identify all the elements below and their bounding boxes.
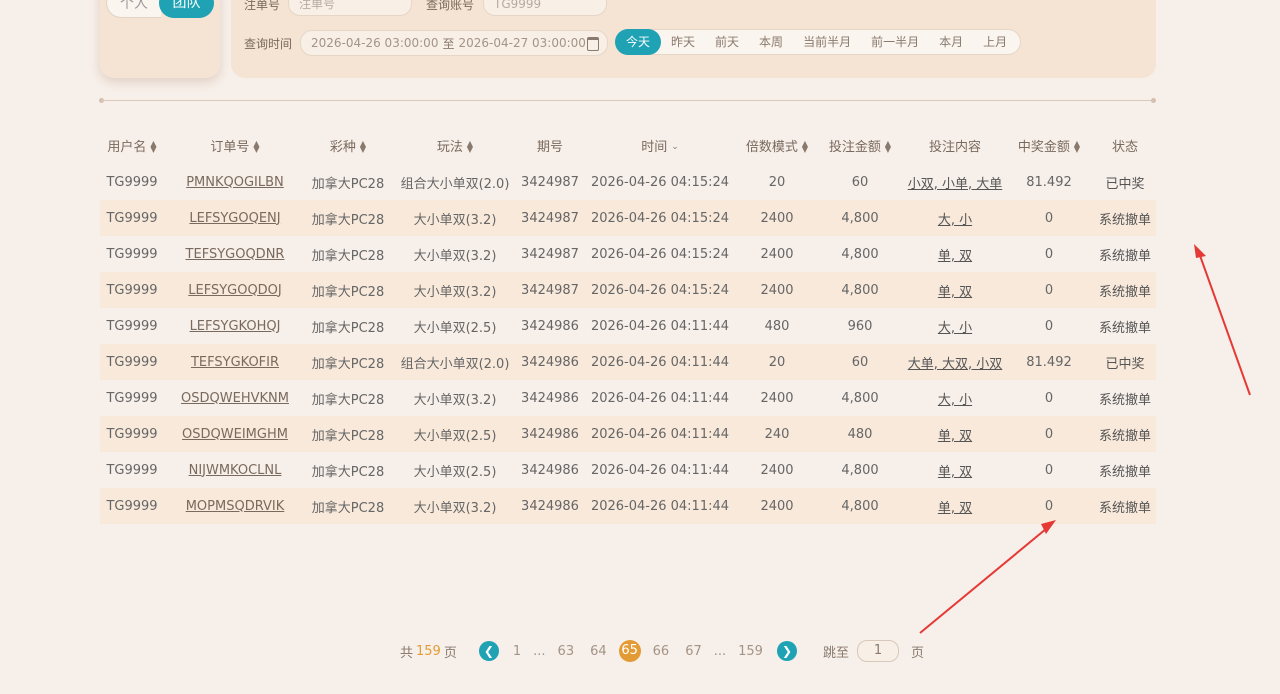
arrow-right-line bbox=[1197, 249, 1251, 396]
arrow-right-head bbox=[1194, 244, 1206, 258]
annotation-arrows bbox=[919, 244, 1251, 634]
arrow-bottom-line bbox=[919, 523, 1053, 634]
